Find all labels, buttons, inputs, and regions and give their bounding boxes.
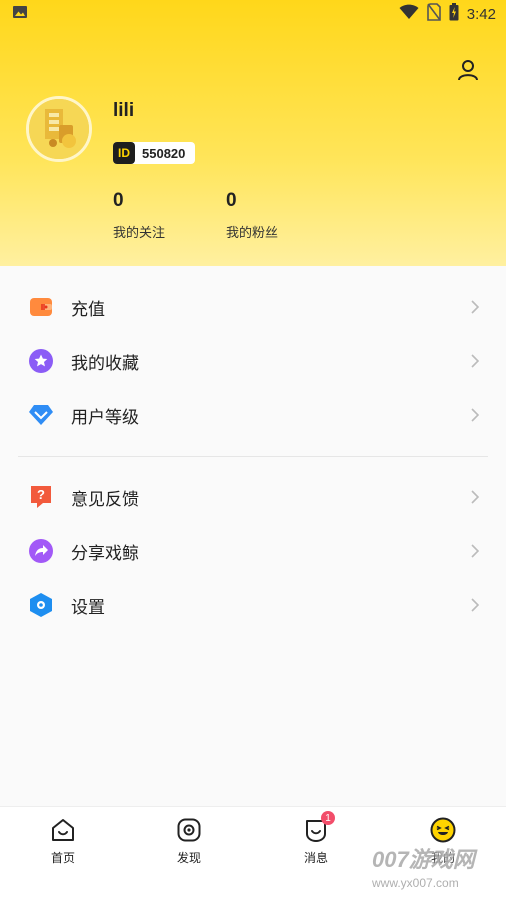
tab-home[interactable]: 首页 <box>23 817 103 866</box>
following-stat[interactable]: 0 我的关注 <box>113 190 165 241</box>
menu-item-favorites[interactable]: 我的收藏 <box>0 334 506 388</box>
svg-text:?: ? <box>37 487 45 502</box>
fans-stat[interactable]: 0 我的粉丝 <box>226 190 278 241</box>
user-id-badge: ID 550820 <box>113 142 196 164</box>
user-id-value: 550820 <box>142 145 186 161</box>
fans-label: 我的粉丝 <box>226 226 279 241</box>
diamond-icon <box>28 402 54 428</box>
settings-icon <box>28 592 54 618</box>
home-icon <box>50 817 76 843</box>
menu-label: 设置 <box>71 597 105 618</box>
menu-label: 我的收藏 <box>71 353 139 374</box>
gallery-icon <box>12 4 28 24</box>
tab-label: 发现 <box>176 851 201 865</box>
menu-item-share[interactable]: 分享戏鲸 <box>0 524 506 578</box>
menu-item-settings[interactable]: 设置 <box>0 578 506 632</box>
feedback-icon: ? <box>28 484 54 510</box>
menu-item-feedback[interactable]: ? 意见反馈 <box>0 470 506 524</box>
chevron-right-icon <box>470 353 480 369</box>
menu-divider <box>18 456 488 457</box>
menu-label: 分享戏鲸 <box>71 543 139 564</box>
menu-label: 意见反馈 <box>71 489 139 510</box>
wifi-icon <box>399 4 419 24</box>
watermark: 007游戏网 www.yx007.com <box>372 842 502 898</box>
chevron-right-icon <box>470 543 480 559</box>
tab-discover[interactable]: 发现 <box>149 817 229 866</box>
chevron-right-icon <box>470 489 480 505</box>
menu-list: 充值 我的收藏 用户等级 ? 意见反馈 分享戏鲸 设置 <box>0 266 506 806</box>
no-sim-icon <box>426 3 441 25</box>
status-bar: 3:42 <box>0 0 506 28</box>
wallet-icon <box>28 294 54 320</box>
profile-header: 3:42 lili ID 550820 0 我的关注 0 我的粉丝 <box>0 0 506 266</box>
chevron-right-icon <box>470 407 480 423</box>
following-count: 0 <box>113 190 124 211</box>
user-profile-icon[interactable] <box>456 58 480 82</box>
id-tag: ID <box>113 142 135 164</box>
watermark-url: www.yx007.com <box>372 876 459 890</box>
avatar[interactable] <box>26 96 92 162</box>
share-icon <box>28 538 54 564</box>
chevron-right-icon <box>470 597 480 613</box>
tab-label: 消息 <box>303 851 328 865</box>
menu-label: 充值 <box>71 299 105 320</box>
menu-label: 用户等级 <box>71 407 139 428</box>
menu-item-user-level[interactable]: 用户等级 <box>0 388 506 442</box>
tab-messages[interactable]: 1 消息 <box>276 811 356 866</box>
unread-badge: 1 <box>321 811 335 825</box>
username: lili <box>113 100 135 121</box>
me-face-icon <box>430 817 456 843</box>
clock-time: 3:42 <box>466 5 496 23</box>
following-label: 我的关注 <box>113 226 166 241</box>
star-icon <box>28 348 54 374</box>
discover-icon <box>176 817 202 843</box>
message-icon: 1 <box>303 811 335 843</box>
chevron-right-icon <box>470 299 480 315</box>
menu-item-recharge[interactable]: 充值 <box>0 280 506 334</box>
battery-icon <box>449 3 459 25</box>
watermark-title: 007游戏网 <box>372 847 475 872</box>
fans-count: 0 <box>226 190 237 211</box>
tab-label: 首页 <box>50 851 75 865</box>
